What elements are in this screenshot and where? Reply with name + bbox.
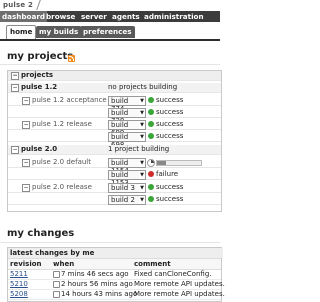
rss-icon[interactable]	[68, 55, 75, 62]
nav-browse[interactable]: browse	[44, 11, 77, 22]
dropdown-arrow-icon[interactable]: ▼	[139, 132, 146, 142]
project-name[interactable]: pulse 1.2 release	[32, 120, 92, 129]
expand-toggle-icon[interactable]: −	[22, 184, 30, 192]
expand-toggle-icon[interactable]: −	[22, 121, 30, 129]
success-icon	[148, 109, 154, 115]
project-row: − pulse 1.2 acceptance build 774 ▼ succe…	[8, 96, 221, 113]
expand-toggle-icon[interactable]: −	[22, 97, 30, 105]
divider	[0, 242, 220, 243]
build-result: success	[156, 183, 184, 191]
project-row: − pulse 2.0 default build 1154 ▼	[8, 158, 221, 175]
projects-section-title: my projects	[7, 51, 74, 62]
tab-home[interactable]: home	[6, 25, 37, 39]
dropdown-arrow-icon[interactable]: ▼	[139, 108, 146, 118]
project-group-row: − pulse 1.2 no projects building	[8, 83, 221, 93]
group-status: no projects building	[108, 83, 178, 91]
dropdown-arrow-icon[interactable]: ▼	[139, 183, 146, 193]
logo-slash-icon	[36, 0, 47, 10]
nav-agents[interactable]: agents	[110, 11, 142, 22]
dropdown-arrow-icon[interactable]: ▼	[139, 96, 146, 106]
change-time: 14 hours 43 mins ago	[61, 290, 138, 298]
collapse-toggle-icon[interactable]: −	[11, 84, 19, 92]
dropdown-arrow-icon[interactable]: ▼	[139, 170, 146, 180]
changes-section-title: my changes	[7, 228, 75, 239]
project-group-row: − pulse 2.0 1 project building	[8, 145, 221, 155]
revision-link[interactable]: 5208	[10, 289, 28, 299]
expand-toggle-icon[interactable]: −	[22, 159, 30, 167]
changes-table: latest changes by me revision when comme…	[7, 247, 225, 302]
build-row: build 698 ▼ success	[8, 132, 221, 149]
dropdown-arrow-icon[interactable]: ▼	[139, 158, 146, 168]
projects-table: − projects − pulse 1.2 no projects build…	[7, 70, 222, 212]
top-nav: dashboard browse server agents administr…	[0, 11, 220, 22]
dropdown-arrow-icon[interactable]: ▼	[139, 195, 146, 205]
success-icon	[148, 121, 154, 127]
tab-preferences[interactable]: preferences	[80, 26, 135, 38]
projects-header-label: projects	[21, 71, 54, 79]
build-result: success	[156, 96, 184, 104]
project-name[interactable]: pulse 2.0 default	[32, 158, 91, 167]
build-result: success	[156, 120, 184, 128]
build-progress-fill	[157, 161, 166, 165]
column-comment: comment	[134, 260, 171, 268]
collapse-toggle-icon[interactable]: −	[11, 72, 19, 80]
column-revision: revision	[10, 260, 42, 268]
group-name: pulse 2.0	[21, 145, 58, 153]
calendar-icon	[53, 291, 60, 298]
calendar-icon	[53, 281, 60, 288]
project-row: − pulse 2.0 release build 3 ▼ success	[8, 183, 221, 193]
app-logo: pulse 2	[3, 1, 34, 9]
nav-dashboard[interactable]: dashboard	[0, 11, 48, 22]
build-row: build 738 ▼ success	[8, 108, 221, 125]
revision-link[interactable]: 5211	[10, 269, 28, 279]
success-icon	[148, 97, 154, 103]
change-time: 2 hours 56 mins ago	[61, 280, 133, 288]
change-comment: More remote API updates.	[134, 290, 225, 298]
calendar-icon	[53, 271, 60, 278]
nav-server[interactable]: server	[79, 11, 109, 22]
group-status: 1 project building	[108, 145, 170, 153]
project-name[interactable]: pulse 1.2 acceptance	[32, 96, 107, 105]
change-comment: Fixed canCloneConfig.	[134, 270, 212, 278]
success-icon	[148, 184, 154, 190]
revision-link[interactable]: 5210	[10, 279, 28, 289]
changes-table-title: latest changes by me	[8, 248, 223, 258]
project-row: − pulse 1.2 release build 699 ▼ success	[8, 120, 221, 137]
in-progress-icon	[147, 159, 155, 167]
projects-table-header: − projects	[8, 71, 221, 81]
change-comment: More remote API updates.	[134, 280, 225, 288]
change-time: 7 mins 46 secs ago	[61, 270, 129, 278]
tab-my-builds[interactable]: my builds	[36, 26, 82, 38]
nav-administration[interactable]: administration	[142, 11, 206, 22]
dropdown-arrow-icon[interactable]: ▼	[139, 120, 146, 130]
table-row: 5208 14 hours 43 mins ago More remote AP…	[8, 289, 225, 300]
sub-tabs: home my builds preferences	[0, 22, 220, 41]
build-result: success	[156, 132, 184, 140]
group-name: pulse 1.2	[21, 83, 58, 91]
build-result: failure	[156, 170, 179, 178]
build-result: success	[156, 195, 184, 203]
build-result: success	[156, 108, 184, 116]
column-when: when	[53, 260, 75, 268]
project-name[interactable]: pulse 2.0 release	[32, 183, 92, 192]
collapse-toggle-icon[interactable]: −	[11, 146, 19, 154]
build-progress-bar	[156, 160, 202, 166]
divider	[0, 64, 220, 65]
success-icon	[148, 196, 154, 202]
failure-icon	[148, 171, 154, 177]
success-icon	[148, 133, 154, 139]
build-row: build 1153 ▼ failure	[8, 170, 221, 187]
build-row: build 2 ▼ success	[8, 195, 221, 205]
